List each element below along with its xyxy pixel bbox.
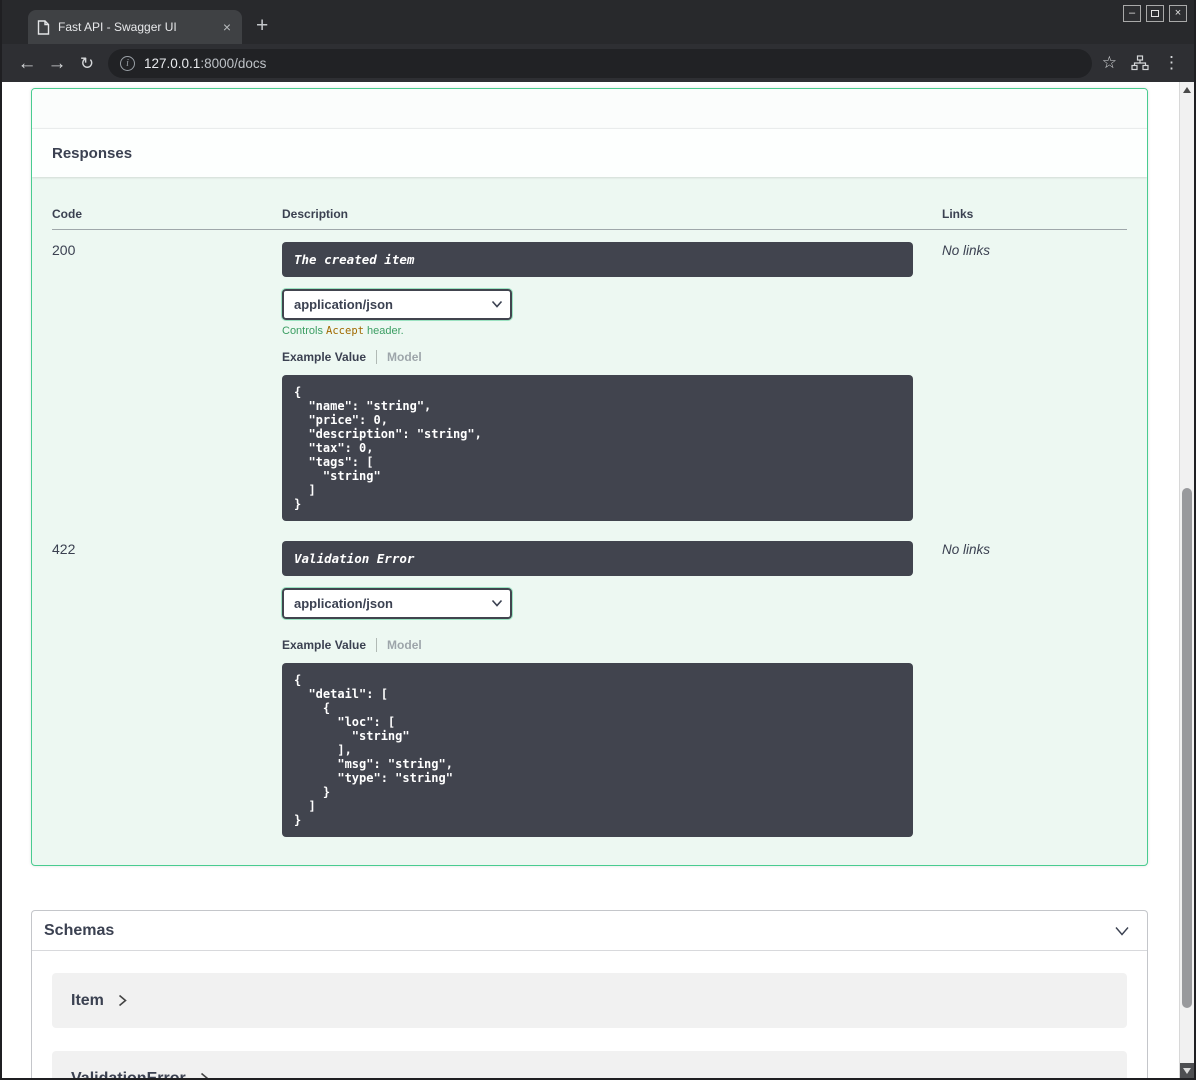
schemas-header[interactable]: Schemas bbox=[32, 911, 1147, 951]
tab-model[interactable]: Model bbox=[376, 638, 422, 652]
schemas-body: Item ValidationError bbox=[32, 951, 1147, 1078]
example-json-block: { "name": "string", "price": 0, "descrip… bbox=[282, 375, 913, 521]
response-description-cell: Validation Error application/json Exampl… bbox=[281, 529, 942, 845]
scroll-down-icon bbox=[1183, 1067, 1191, 1074]
url-path: :8000/docs bbox=[200, 55, 267, 71]
example-model-tabs: Example Value Model bbox=[282, 635, 942, 655]
scroll-down-button[interactable] bbox=[1180, 1063, 1194, 1078]
response-code: 422 bbox=[52, 541, 76, 557]
tab-close-icon[interactable]: × bbox=[221, 20, 233, 34]
chevron-down-icon[interactable] bbox=[1113, 924, 1131, 938]
responses-table: Code Description Links 200 The created i… bbox=[52, 197, 1127, 845]
response-description-cell: The created item application/json Contro… bbox=[281, 230, 942, 530]
reload-button[interactable]: ↻ bbox=[72, 54, 102, 73]
response-description-box: The created item bbox=[282, 242, 913, 277]
tab-example-value[interactable]: Example Value bbox=[282, 350, 376, 364]
media-type-select-wrap: application/json bbox=[281, 288, 513, 321]
model-item[interactable]: Item bbox=[52, 973, 1127, 1028]
page-viewport: Responses Code Description Links 200 The… bbox=[2, 82, 1194, 1078]
schemas-title: Schemas bbox=[44, 921, 115, 939]
forward-button[interactable]: → bbox=[42, 54, 72, 73]
response-links: No links bbox=[942, 243, 991, 258]
vertical-scrollbar[interactable] bbox=[1179, 82, 1194, 1078]
tab-title: Fast API - Swagger UI bbox=[58, 20, 177, 34]
tab-example-value[interactable]: Example Value bbox=[282, 638, 376, 652]
links-column-header: Links bbox=[942, 197, 1127, 230]
accept-header-code: Accept bbox=[326, 325, 364, 337]
media-type-select-wrap: application/json bbox=[281, 587, 513, 620]
response-description-box: Validation Error bbox=[282, 541, 913, 576]
response-links: No links bbox=[942, 542, 991, 557]
maximize-button[interactable] bbox=[1146, 5, 1164, 22]
site-info-icon[interactable]: i bbox=[120, 55, 135, 71]
controls-accept-note: Controls Accept header. bbox=[282, 325, 404, 337]
scroll-up-button[interactable] bbox=[1180, 82, 1194, 97]
browser-window: Fast API - Swagger UI × + – × ← → ↻ i 12… bbox=[0, 0, 1196, 1080]
chevron-right-icon bbox=[118, 994, 127, 1007]
model-name: Item bbox=[71, 991, 104, 1009]
new-tab-button[interactable]: + bbox=[256, 15, 268, 36]
scrollbar-thumb[interactable] bbox=[1182, 488, 1192, 1008]
bookmark-star-icon[interactable]: ☆ bbox=[1102, 53, 1117, 73]
description-column-header: Description bbox=[282, 197, 942, 230]
tab-model[interactable]: Model bbox=[376, 350, 422, 364]
back-button[interactable]: ← bbox=[12, 54, 42, 73]
media-type-select[interactable]: application/json bbox=[281, 288, 513, 321]
browser-toolbar: ← → ↻ i 127.0.0.1:8000/docs ☆ ⋮ bbox=[2, 44, 1194, 82]
sitemap-icon[interactable] bbox=[1131, 55, 1149, 71]
minimize-button[interactable]: – bbox=[1123, 5, 1141, 22]
example-model-tabs: Example Value Model bbox=[282, 347, 942, 367]
browser-tab[interactable]: Fast API - Swagger UI × bbox=[28, 10, 242, 44]
scroll-up-icon bbox=[1183, 86, 1191, 93]
opblock-body-gap bbox=[32, 89, 1147, 128]
chevron-right-icon bbox=[200, 1072, 208, 1078]
toolbar-right-icons: ☆ ⋮ bbox=[1102, 53, 1184, 73]
maximize-icon bbox=[1151, 10, 1159, 17]
url-host: 127.0.0.1 bbox=[144, 55, 201, 71]
model-item[interactable]: ValidationError bbox=[52, 1051, 1127, 1078]
menu-icon[interactable]: ⋮ bbox=[1163, 53, 1180, 73]
response-row-422: 422 Validation Error application/json Ex… bbox=[52, 529, 1127, 845]
model-name: ValidationError bbox=[71, 1069, 186, 1079]
window-controls: – × bbox=[1123, 5, 1187, 22]
code-column-header: Code bbox=[52, 197, 282, 230]
responses-section-header: Responses bbox=[32, 128, 1147, 177]
page-favicon-icon bbox=[37, 19, 50, 35]
response-row-200: 200 The created item application/json Co… bbox=[52, 230, 1127, 530]
responses-table-container: Code Description Links 200 The created i… bbox=[32, 177, 1147, 865]
example-json-block: { "detail": [ { "loc": [ "string" ], "ms… bbox=[282, 663, 913, 837]
close-button[interactable]: × bbox=[1169, 5, 1187, 22]
responses-title: Responses bbox=[52, 144, 133, 162]
opblock-post-panel: Responses Code Description Links 200 The… bbox=[31, 88, 1148, 866]
url-bar[interactable]: i 127.0.0.1:8000/docs bbox=[108, 48, 1092, 78]
swagger-page: Responses Code Description Links 200 The… bbox=[2, 82, 1179, 1078]
schemas-section: Schemas Item ValidationError bbox=[31, 910, 1148, 1078]
response-code: 200 bbox=[52, 242, 76, 258]
browser-tabstrip: Fast API - Swagger UI × + – × bbox=[2, 0, 1194, 44]
media-type-select[interactable]: application/json bbox=[281, 587, 513, 620]
url-text: 127.0.0.1:8000/docs bbox=[144, 56, 266, 71]
